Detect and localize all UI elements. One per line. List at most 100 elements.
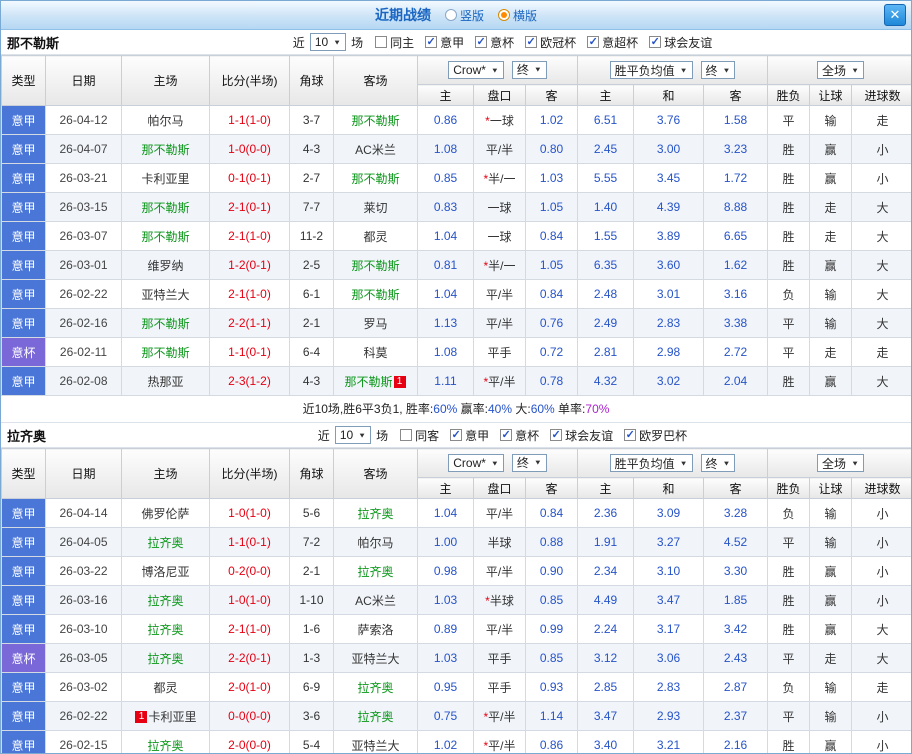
corners-cell: 1-3: [289, 643, 334, 673]
summary-segment: 单率:: [554, 402, 586, 416]
avg-draw-cell: 3.17: [633, 614, 704, 644]
sub-column-header: 主: [577, 477, 634, 499]
avg-home-cell: 2.24: [577, 614, 634, 644]
filter-label: 球会友谊: [565, 428, 614, 443]
team-label: 拉齐奥: [147, 593, 184, 608]
team-label: 都灵: [153, 680, 178, 695]
result-cell: 平: [767, 105, 811, 135]
score-cell: 2-0(0-0): [209, 730, 290, 753]
filter-checkbox-1[interactable]: ✓ 意甲: [450, 427, 489, 444]
summary-segment: 近10场,胜6平3负1, 胜率:: [302, 402, 434, 416]
checkbox-icon: ✓: [425, 36, 438, 48]
checkbox-icon: ✓: [649, 36, 662, 48]
odds-final-select[interactable]: 终 ▼: [511, 453, 547, 472]
filter-label: 球会友谊: [664, 35, 713, 50]
full-match-select[interactable]: 全场 ▼: [817, 454, 864, 472]
filter-checkbox-0[interactable]: 同客: [400, 427, 439, 444]
match-date: 26-04-07: [45, 134, 122, 164]
underdog-star: *: [483, 171, 489, 186]
avg-final-select[interactable]: 终 ▼: [700, 61, 736, 79]
home-team-cell: 帕尔马: [121, 105, 210, 135]
radio-horizontal[interactable]: 横版: [498, 7, 537, 24]
result-cell: 平: [767, 701, 811, 731]
league-badge: 意甲: [1, 366, 46, 396]
result-cell: 赢: [809, 585, 853, 615]
match-count-select[interactable]: 10 ▼: [309, 33, 347, 51]
checkbox-icon: ✓: [624, 429, 637, 441]
result-cell: 大: [851, 221, 911, 251]
team-label: 拉齐奥: [147, 535, 184, 550]
match-date: 26-03-15: [45, 192, 122, 222]
team-label: 拉齐奥: [357, 506, 394, 521]
bookmaker-select[interactable]: Crow* ▼: [448, 61, 504, 80]
avg-odds-select[interactable]: 胜平负均值 ▼: [609, 61, 693, 79]
league-badge: 意甲: [1, 192, 46, 222]
league-badge: 意杯: [1, 337, 46, 367]
away-team-cell: 那不勒斯: [333, 279, 418, 309]
full-match-select[interactable]: 全场 ▼: [817, 61, 864, 79]
avg-away-cell: 3.42: [702, 614, 769, 644]
away-odds-cell: 1.05: [525, 192, 578, 222]
filter-checkbox-2[interactable]: ✓ 意杯: [475, 34, 514, 51]
dropdown-arrow-icon: ▼: [851, 66, 859, 74]
match-row: 意甲 26-03-15 那不勒斯 2-1(0-1) 7-7 莱切 0.83 一球…: [1, 192, 911, 222]
team-label: 都灵: [363, 229, 388, 244]
result-cell: 胜: [767, 614, 811, 644]
bookmaker-select[interactable]: Crow* ▼: [448, 454, 504, 473]
team-label: 科莫: [363, 345, 388, 360]
avg-away-cell: 1.62: [702, 250, 769, 280]
avg-draw-cell: 3.02: [633, 366, 704, 396]
avg-draw-cell: 3.60: [633, 250, 704, 280]
result-cell: 负: [767, 279, 811, 309]
filter-checkbox-2[interactable]: ✓ 意杯: [500, 427, 539, 444]
filter-checkbox-3[interactable]: ✓ 球会友谊: [550, 427, 613, 444]
result-cell: 大: [851, 279, 911, 309]
league-badge: 意甲: [1, 279, 46, 309]
away-odds-cell: 0.80: [525, 134, 578, 164]
match-row: 意甲 26-02-22 1 卡利亚里 0-0(0-0) 3-6 拉齐奥 0.75 …: [1, 701, 911, 731]
home-team-cell: 拉齐奥: [121, 730, 210, 753]
avg-away-cell: 6.65: [702, 221, 769, 251]
filter-checkbox-0[interactable]: 同主: [375, 34, 414, 51]
summary-segment: 60%: [433, 402, 458, 416]
result-cell: 走: [809, 192, 853, 222]
handicap-cell: 半球: [473, 527, 526, 557]
odds-final-select[interactable]: 终 ▼: [511, 60, 547, 79]
match-row: 意甲 26-03-01 维罗纳 1-2(0-1) 2-5 那不勒斯 0.81 *…: [1, 250, 911, 280]
close-button[interactable]: ✕: [884, 4, 906, 26]
filter-checkbox-1[interactable]: ✓ 意甲: [425, 34, 464, 51]
home-odds-cell: 1.04: [417, 498, 474, 528]
league-badge: 意甲: [1, 221, 46, 251]
handicap-cell: 一球: [473, 221, 526, 251]
home-team-cell: 1 卡利亚里: [121, 701, 210, 731]
league-badge: 意杯: [1, 643, 46, 673]
score-cell: 2-1(1-0): [209, 221, 290, 251]
corners-cell: 2-5: [289, 250, 334, 280]
checkbox-icon: ✓: [500, 429, 513, 441]
result-cell: 小: [851, 701, 911, 731]
filter-checkbox-4[interactable]: ✓ 意超杯: [587, 34, 638, 51]
result-cell: 走: [851, 672, 911, 702]
corners-cell: 11-2: [289, 221, 334, 251]
avg-away-cell: 3.38: [702, 308, 769, 338]
filter-checkbox-4[interactable]: ✓ 欧罗巴杯: [624, 427, 687, 444]
away-odds-cell: 1.03: [525, 163, 578, 193]
avg-final-select[interactable]: 终 ▼: [700, 454, 736, 472]
handicap-cell: *平/半: [473, 366, 526, 396]
avg-home-cell: 5.55: [577, 163, 634, 193]
avg-odds-select[interactable]: 胜平负均值 ▼: [609, 454, 693, 472]
radio-vertical[interactable]: 竖版: [444, 7, 484, 24]
filter-checkbox-5[interactable]: ✓ 球会友谊: [649, 34, 712, 51]
handicap-cell: 平/半: [473, 279, 526, 309]
home-odds-cell: 1.02: [417, 730, 474, 753]
dropdown-arrow-icon: ▼: [490, 459, 499, 468]
home-team-cell: 博洛尼亚: [121, 556, 210, 586]
corners-cell: 7-7: [289, 192, 334, 222]
sub-column-header: 客: [525, 477, 578, 499]
filter-checkbox-3[interactable]: ✓ 欧冠杯: [525, 34, 576, 51]
score-cell: 1-1(0-1): [209, 337, 290, 367]
match-count-select[interactable]: 10 ▼: [334, 426, 372, 444]
dropdown-arrow-icon: ▼: [533, 458, 542, 467]
avg-draw-cell: 3.09: [633, 498, 704, 528]
avg-draw-cell: 4.39: [633, 192, 704, 222]
